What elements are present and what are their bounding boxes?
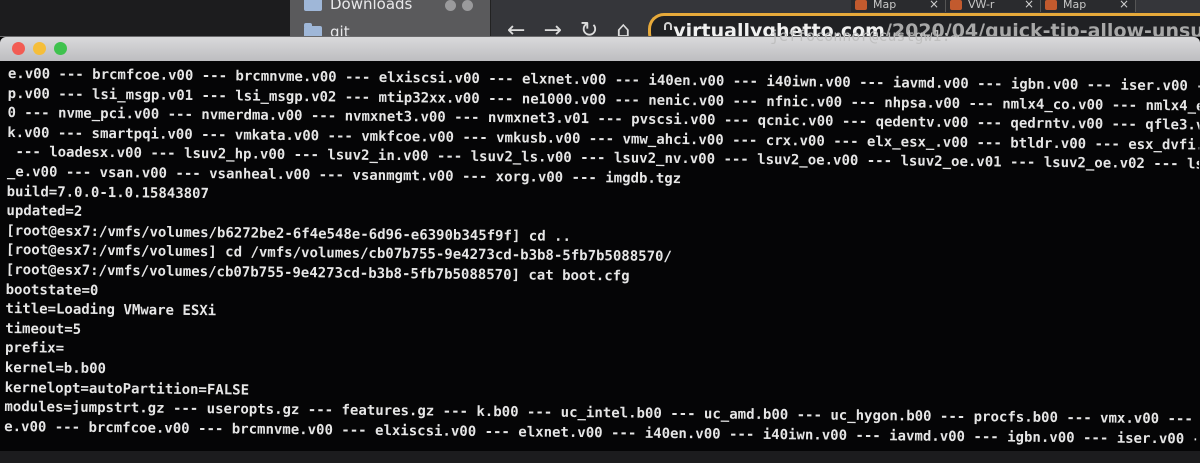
- close-icon[interactable]: ×: [1119, 0, 1129, 10]
- close-window-icon[interactable]: [12, 42, 25, 55]
- sidebar-item-downloads[interactable]: Downloads: [304, 0, 412, 14]
- tab-map[interactable]: Map ×: [851, 0, 946, 12]
- window-dot-icon[interactable]: [445, 0, 456, 11]
- sidebar-item-label: Downloads: [330, 0, 413, 13]
- window-dot-icon[interactable]: [462, 0, 473, 11]
- terminal-window[interactable]: e.v00 --- brcmfcoe.v00 --- brcmnvme.v00 …: [0, 36, 1200, 451]
- minimize-window-icon[interactable]: [33, 42, 46, 55]
- terminal-title: jeffoconnor@custgw1:~: [770, 27, 960, 45]
- tab-vw[interactable]: VW-r ×: [946, 0, 1041, 12]
- tab-map-2[interactable]: Map ×: [1041, 0, 1136, 12]
- window-controls: [12, 42, 67, 55]
- tab-label: Map: [1063, 0, 1087, 11]
- tab-label: VW-r: [968, 0, 995, 11]
- close-icon[interactable]: ×: [1024, 0, 1034, 10]
- favicon-icon: [950, 0, 962, 10]
- zoom-window-icon[interactable]: [54, 42, 67, 55]
- favicon-icon: [1045, 0, 1057, 10]
- terminal-output[interactable]: e.v00 --- brcmfcoe.v00 --- brcmnvme.v00 …: [4, 65, 1200, 463]
- window-controls: [445, 0, 473, 11]
- terminal-titlebar[interactable]: [0, 37, 1200, 61]
- favicon-icon: [855, 0, 867, 10]
- close-icon[interactable]: ×: [929, 0, 939, 10]
- tab-strip: Map × VW-r × Map ×: [851, 0, 1200, 12]
- tab-label: Map: [873, 0, 897, 11]
- folder-icon: [304, 0, 322, 11]
